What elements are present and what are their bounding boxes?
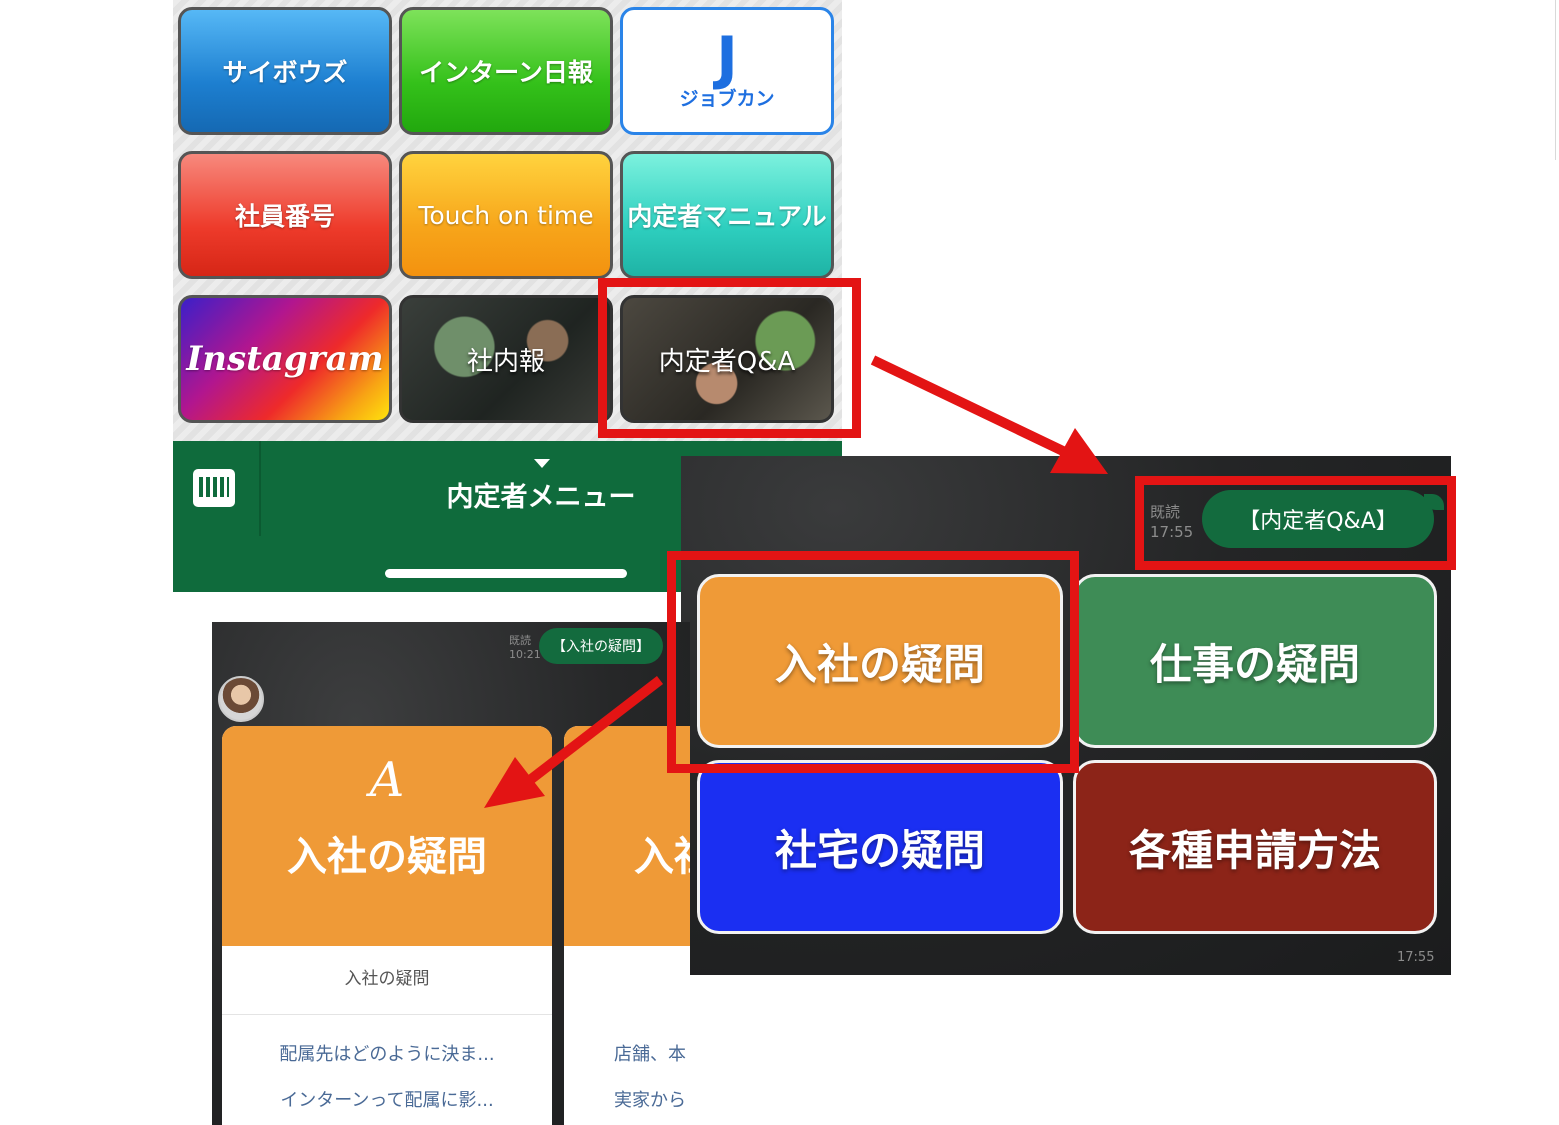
carousel-card-header: A 入社の疑問 xyxy=(222,726,552,946)
caret-down-icon[interactable] xyxy=(534,459,550,468)
company-news-button[interactable]: 社内報 xyxy=(399,295,613,423)
home-indicator xyxy=(385,569,627,578)
employee-number-label: 社員番号 xyxy=(234,202,335,231)
faq-chat-panel: 既読 10:21 【入社の疑問】 A 入社の疑問 入社の疑問 配属先はどのように… xyxy=(212,622,690,1125)
carousel-card-title: 入社 xyxy=(634,834,690,880)
faq-question-link[interactable]: インターンって配属に影... xyxy=(222,1086,552,1112)
jobcan-logo-icon: J xyxy=(716,23,738,92)
read-label: 既読 xyxy=(509,634,531,647)
cybozu-button[interactable]: サイボウズ xyxy=(178,7,392,135)
keyboard-icon[interactable] xyxy=(193,469,235,507)
read-receipt: 既読 17:55 xyxy=(1150,502,1193,542)
carousel-card-subtitle: 入社の疑問 xyxy=(344,969,430,989)
tutorial-screenshot: サイボウズ インターン日報 J ジョブカン 社員番号 Touch on time… xyxy=(0,0,1559,1125)
work-question-label: 仕事の疑問 xyxy=(1149,639,1360,689)
rich-menu-grid: サイボウズ インターン日報 J ジョブカン 社員番号 Touch on time… xyxy=(173,0,842,440)
nyusha-question-label: 入社の疑問 xyxy=(774,639,985,689)
employee-number-button[interactable]: 社員番号 xyxy=(178,151,392,279)
intern-report-label: インターン日報 xyxy=(419,58,593,87)
carousel-card-header: 入社 xyxy=(564,726,690,946)
monogram-logo-icon: A xyxy=(369,752,405,808)
faq-question-link[interactable]: 配属先はどのように決ま... xyxy=(222,1040,552,1066)
faq-question-link[interactable]: 店舗、本 xyxy=(614,1040,690,1066)
qa-chat-panel: 既読 17:55 【内定者Q&A】 入社の疑問 仕事の疑問 社宅の疑問 各種申請… xyxy=(681,456,1451,975)
application-method-label: 各種申請方法 xyxy=(1128,825,1381,875)
instagram-logo-label: Instagram xyxy=(186,339,384,379)
read-receipt: 既読 10:21 xyxy=(509,634,541,662)
work-question-card[interactable]: 仕事の疑問 xyxy=(1073,574,1437,748)
jobcan-label: ジョブカン xyxy=(679,87,775,110)
read-time: 10:21 xyxy=(509,648,541,661)
edge-divider xyxy=(1555,0,1556,160)
rich-menu-toggle[interactable]: 内定者メニュー xyxy=(411,475,671,514)
nyusha-question-card[interactable]: 入社の疑問 xyxy=(697,574,1063,748)
read-label: 既読 xyxy=(1150,503,1181,521)
naitei-manual-button[interactable]: 内定者マニュアル xyxy=(620,151,834,279)
read-time: 17:55 xyxy=(1150,523,1194,541)
application-method-card[interactable]: 各種申請方法 xyxy=(1073,760,1437,934)
naitei-qa-label: 内定者Q&A xyxy=(658,346,796,377)
naitei-manual-label: 内定者マニュアル xyxy=(627,202,827,231)
naitei-qa-button[interactable]: 内定者Q&A xyxy=(620,295,834,423)
jobcan-button[interactable]: J ジョブカン xyxy=(620,7,834,135)
sent-message-bubble: 【入社の疑問】 xyxy=(539,628,663,664)
touch-on-time-label: Touch on time xyxy=(418,200,594,230)
sent-message-bubble: 【内定者Q&A】 xyxy=(1202,490,1444,548)
menu-bar-divider xyxy=(259,441,261,536)
touch-on-time-button[interactable]: Touch on time xyxy=(399,151,613,279)
intern-report-button[interactable]: インターン日報 xyxy=(399,7,613,135)
company-news-label: 社内報 xyxy=(466,346,545,377)
avatar[interactable] xyxy=(218,676,264,722)
housing-question-label: 社宅の疑問 xyxy=(774,825,985,875)
cybozu-label: サイボウズ xyxy=(222,58,348,87)
instagram-button[interactable]: Instagram xyxy=(178,295,392,423)
carousel-card-title: 入社の疑問 xyxy=(287,834,487,880)
housing-question-card[interactable]: 社宅の疑問 xyxy=(697,760,1063,934)
carousel-card: 入社 店舗、本 実家から xyxy=(564,726,690,1125)
carousel-card: A 入社の疑問 入社の疑問 配属先はどのように決ま... インターンって配属に影… xyxy=(222,726,552,1125)
faq-question-link[interactable]: 実家から xyxy=(614,1086,690,1112)
divider xyxy=(222,1014,552,1015)
message-timestamp: 17:55 xyxy=(1397,950,1435,965)
